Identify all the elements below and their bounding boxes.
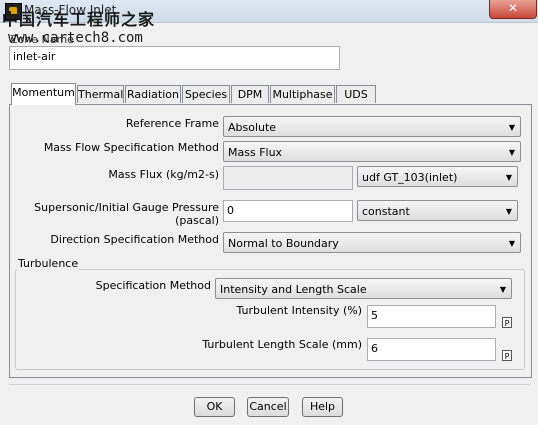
chevron-down-icon: ▼ bbox=[508, 123, 515, 132]
direction-spec-value: Normal to Boundary bbox=[228, 237, 339, 250]
turbulence-spec-method-value: Intensity and Length Scale bbox=[220, 283, 367, 296]
mass-flux-profile-dropdown[interactable]: udf GT_103(inlet) ▼ bbox=[357, 166, 518, 187]
zone-name-input[interactable]: inlet-air bbox=[9, 46, 340, 70]
mass-flow-spec-dropdown[interactable]: Mass Flux ▼ bbox=[223, 141, 521, 162]
direction-spec-dropdown[interactable]: Normal to Boundary ▼ bbox=[223, 232, 521, 253]
footer-divider bbox=[9, 384, 530, 385]
tab-uds[interactable]: UDS bbox=[336, 85, 376, 103]
turbulent-intensity-param-button[interactable]: P bbox=[502, 317, 512, 328]
turbulence-spec-method-dropdown[interactable]: Intensity and Length Scale ▼ bbox=[215, 278, 512, 299]
reference-frame-dropdown[interactable]: Absolute ▼ bbox=[223, 116, 521, 137]
turbulent-length-scale-label: Turbulent Length Scale (mm) bbox=[202, 338, 362, 351]
chevron-down-icon: ▼ bbox=[508, 148, 515, 157]
turbulent-intensity-label: Turbulent Intensity (%) bbox=[236, 304, 362, 317]
watermark-url: www.cartech8.com bbox=[8, 30, 143, 46]
tab-momentum[interactable]: Momentum bbox=[11, 83, 76, 105]
turbulence-group-label: Turbulence bbox=[17, 257, 80, 270]
chevron-down-icon: ▼ bbox=[505, 173, 512, 182]
ok-button[interactable]: OK bbox=[194, 397, 235, 417]
chevron-down-icon: ▼ bbox=[499, 285, 506, 294]
mass-flow-spec-value: Mass Flux bbox=[228, 146, 283, 159]
tab-multiphase[interactable]: Multiphase bbox=[270, 85, 335, 103]
gauge-pressure-input[interactable]: 0 bbox=[223, 200, 353, 222]
mass-flux-profile-value: udf GT_103(inlet) bbox=[362, 171, 458, 184]
watermark-chinese: 中国汽车工程师之家 bbox=[2, 10, 156, 29]
tab-radiation[interactable]: Radiation bbox=[125, 85, 181, 103]
chevron-down-icon: ▼ bbox=[508, 239, 515, 248]
gauge-pressure-label: Supersonic/Initial Gauge Pressure (pasca… bbox=[34, 201, 219, 227]
reference-frame-label: Reference Frame bbox=[125, 117, 219, 130]
cancel-button[interactable]: Cancel bbox=[247, 397, 289, 417]
mass-flow-spec-label: Mass Flow Specification Method bbox=[43, 141, 219, 154]
reference-frame-value: Absolute bbox=[228, 121, 277, 134]
close-button[interactable]: ✕ bbox=[489, 0, 537, 19]
tab-species[interactable]: Species bbox=[182, 85, 230, 103]
turbulence-spec-method-label: Specification Method bbox=[95, 279, 211, 292]
tab-dpm[interactable]: DPM bbox=[231, 85, 269, 103]
gauge-pressure-profile-value: constant bbox=[362, 205, 410, 218]
turbulent-intensity-input[interactable]: 5 bbox=[367, 305, 496, 328]
mass-flux-label: Mass Flux (kg/m2-s) bbox=[108, 168, 219, 181]
turbulent-length-scale-input[interactable]: 6 bbox=[367, 338, 496, 361]
help-button[interactable]: Help bbox=[302, 397, 343, 417]
gauge-pressure-profile-dropdown[interactable]: constant ▼ bbox=[357, 200, 518, 221]
direction-spec-label: Direction Specification Method bbox=[50, 233, 219, 246]
mass-flux-input[interactable] bbox=[223, 166, 353, 190]
chevron-down-icon: ▼ bbox=[505, 207, 512, 216]
tab-thermal[interactable]: Thermal bbox=[77, 85, 124, 103]
turbulent-length-scale-param-button[interactable]: P bbox=[502, 350, 512, 361]
